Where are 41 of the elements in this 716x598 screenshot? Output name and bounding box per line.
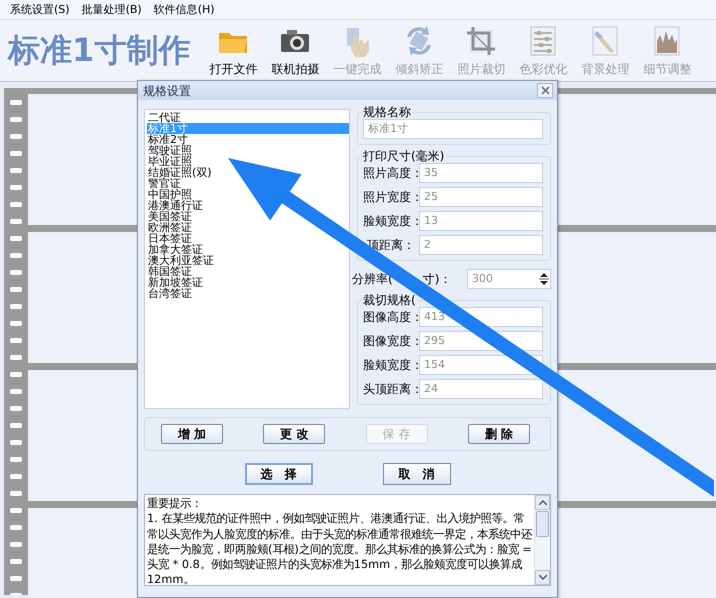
close-icon — [540, 86, 550, 95]
edit-button[interactable]: 增 加 — [161, 424, 223, 444]
dialog-button[interactable]: 选 择 — [244, 463, 312, 485]
notes-text: 重要提示： 1. 在某些规范的证件照中，例如驾驶证照片、港澳通行证、出入境护照等。常常以头宽作为人脸宽度的标准。由于头宽的标准通常很难统一界定，本系统中还是统一为脸宽，即两脸颊(耳根)之间的宽度。那么其标准的换算公式为：脸宽 = 头宽 * 0.8。例如驾驶证照片的头宽标准为15mm，那么脸颊宽度可以换算成12mm。 — [146, 496, 534, 585]
list-item[interactable]: 欧洲签证 — [147, 222, 192, 233]
close-button[interactable] — [537, 83, 553, 98]
list-item[interactable]: 毕业证照 — [147, 156, 192, 167]
dialog-title: 规格设置 — [143, 82, 191, 100]
list-item[interactable]: 港澳通行证 — [147, 200, 203, 211]
list-item[interactable]: 台湾签证 — [147, 288, 192, 299]
list-item[interactable]: 澳大利亚签证 — [147, 255, 214, 266]
group-label: 打印尺寸(毫米) — [362, 149, 446, 163]
list-item[interactable]: 美国签证 — [147, 211, 192, 222]
edit-button[interactable]: 删 除 — [468, 424, 530, 444]
scroll-thumb[interactable] — [536, 511, 549, 537]
spin-arrows-icon[interactable] — [539, 272, 549, 286]
spec-list[interactable]: 二代证 标准1寸 标准2寸 驾驶证照 毕业证照 结婚证照(双) 警官证 中国护照 港澳通行证 美国签证 欧洲签证 日本签证 加拿大签证 澳大利亚签证 韩国签证 新加坡签证 台湾签证 — [144, 109, 350, 409]
list-item[interactable]: 加拿大签证 — [147, 244, 203, 255]
list-item[interactable]: 结婚证照(双) — [147, 167, 212, 178]
list-item[interactable]: 新加坡签证 — [147, 277, 203, 288]
menu-item[interactable]: 软件信息(H) — [154, 0, 215, 19]
scrollbar[interactable] — [534, 495, 550, 585]
list-item[interactable]: 日本签证 — [147, 233, 192, 244]
toolbar-button[interactable]: 联机拍摄 — [264, 19, 326, 81]
list-item[interactable]: 警官证 — [147, 178, 181, 189]
field-label: 寸)： — [422, 271, 452, 288]
group-label: 裁切规格( — [362, 293, 417, 307]
scroll-down-icon[interactable] — [538, 575, 546, 580]
list-item[interactable]: 标准2寸 — [147, 134, 188, 145]
list-item[interactable]: 韩国签证 — [147, 266, 192, 277]
app-title: 标准1寸制作 — [8, 30, 190, 71]
scroll-up-icon[interactable] — [538, 500, 546, 505]
edit-button[interactable]: 更 改 — [263, 424, 326, 444]
list-item[interactable]: 驾驶证照 — [147, 145, 192, 156]
list-item[interactable]: 中国护照 — [147, 189, 192, 200]
list-item[interactable]: 二代证 — [147, 112, 181, 123]
group-label: 规格名称 — [362, 105, 412, 119]
dialog-button[interactable]: 取 消 — [382, 463, 450, 485]
menu-item[interactable]: 系统设置(S) — [10, 0, 70, 19]
menu-item[interactable]: 批量处理(B) — [82, 0, 142, 19]
crop-icon — [465, 25, 498, 57]
